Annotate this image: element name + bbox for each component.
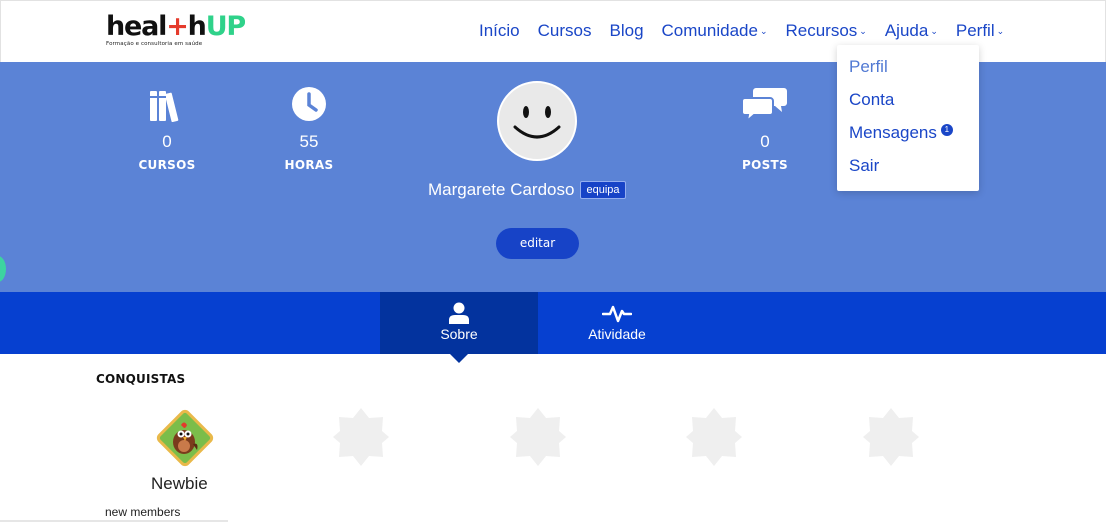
posts-count: 0 xyxy=(760,132,770,151)
role-badge: equipa xyxy=(580,181,626,199)
courses-count: 0 xyxy=(162,132,172,151)
profile-tabbar: Sobre Atividade xyxy=(0,292,1106,354)
stat-courses: 0 CURSOS xyxy=(117,86,217,172)
messages-count-badge: 1 xyxy=(940,124,953,136)
clock-icon xyxy=(259,86,359,122)
profile-dropdown-menu: Perfil Conta Mensagens 1 Sair xyxy=(837,45,979,191)
main-nav: Início Cursos Blog Comunidade ⌄ Recursos ⌄… xyxy=(479,21,1022,41)
dropdown-item-conta[interactable]: Conta xyxy=(849,90,894,110)
achievement-description: new members xyxy=(105,505,181,519)
locked-achievement-badge xyxy=(332,406,390,472)
tab-atividade-label: Atividade xyxy=(588,326,646,342)
nav-item-blog[interactable]: Blog xyxy=(610,21,644,41)
chevron-down-icon: ⌄ xyxy=(996,26,1005,36)
dropdown-item-mensagens[interactable]: Mensagens 1 xyxy=(849,123,953,143)
dropdown-item-perfil[interactable]: Perfil xyxy=(849,57,888,77)
chat-bubbles-icon xyxy=(715,86,815,122)
logo-text-part2: h xyxy=(187,11,207,42)
activity-pulse-icon xyxy=(538,292,696,324)
dropdown-item-mensagens-label: Mensagens xyxy=(849,123,937,142)
tab-sobre[interactable]: Sobre xyxy=(380,292,538,354)
logo-text-up: UP xyxy=(205,11,247,42)
user-name-line: Margarete Cardoso equipa xyxy=(428,180,626,200)
courses-label: CURSOS xyxy=(138,158,196,172)
achievement-name: Newbie xyxy=(151,474,208,493)
user-icon xyxy=(380,292,538,324)
chevron-down-icon: ⌄ xyxy=(859,26,867,36)
dropdown-item-sair[interactable]: Sair xyxy=(849,156,879,176)
avatar[interactable] xyxy=(497,81,577,161)
nav-item-recursos[interactable]: Recursos ⌄ xyxy=(785,21,866,41)
chevron-down-icon: ⌄ xyxy=(759,26,768,36)
tab-sobre-label: Sobre xyxy=(440,326,478,342)
logo-text-part1: heal xyxy=(106,11,167,42)
user-name: Margarete Cardoso xyxy=(428,180,575,199)
nav-item-cursos[interactable]: Cursos xyxy=(538,21,592,41)
locked-achievement-badge xyxy=(862,406,920,472)
nav-item-ajuda[interactable]: Ajuda ⌄ xyxy=(885,21,938,41)
books-icon xyxy=(117,86,217,122)
locked-achievement-badge xyxy=(509,406,567,472)
nav-item-comunidade[interactable]: Comunidade ⌄ xyxy=(662,21,768,41)
achievement-badge-newbie[interactable] xyxy=(153,406,217,474)
logo-cross: + xyxy=(166,11,189,42)
nav-item-inicio[interactable]: Início xyxy=(479,21,520,41)
hours-count: 55 xyxy=(299,132,319,151)
stat-hours: 55 HORAS xyxy=(259,86,359,172)
hours-label: HORAS xyxy=(284,158,334,172)
nav-item-perfil[interactable]: Perfil ⌄ xyxy=(956,21,1004,41)
edit-profile-button[interactable]: editar xyxy=(496,228,579,259)
active-tab-indicator xyxy=(450,354,468,363)
chevron-down-icon: ⌄ xyxy=(930,26,938,36)
stat-posts: 0 POSTS xyxy=(715,86,815,172)
tab-atividade[interactable]: Atividade xyxy=(538,292,696,354)
posts-label: POSTS xyxy=(742,158,788,172)
locked-achievement-badge xyxy=(685,406,743,472)
divider xyxy=(0,520,228,522)
healthup-logo[interactable]: heal+hUP Formação e consultoria em saúde xyxy=(106,11,247,48)
achievements-title: CONQUISTAS xyxy=(96,372,186,386)
